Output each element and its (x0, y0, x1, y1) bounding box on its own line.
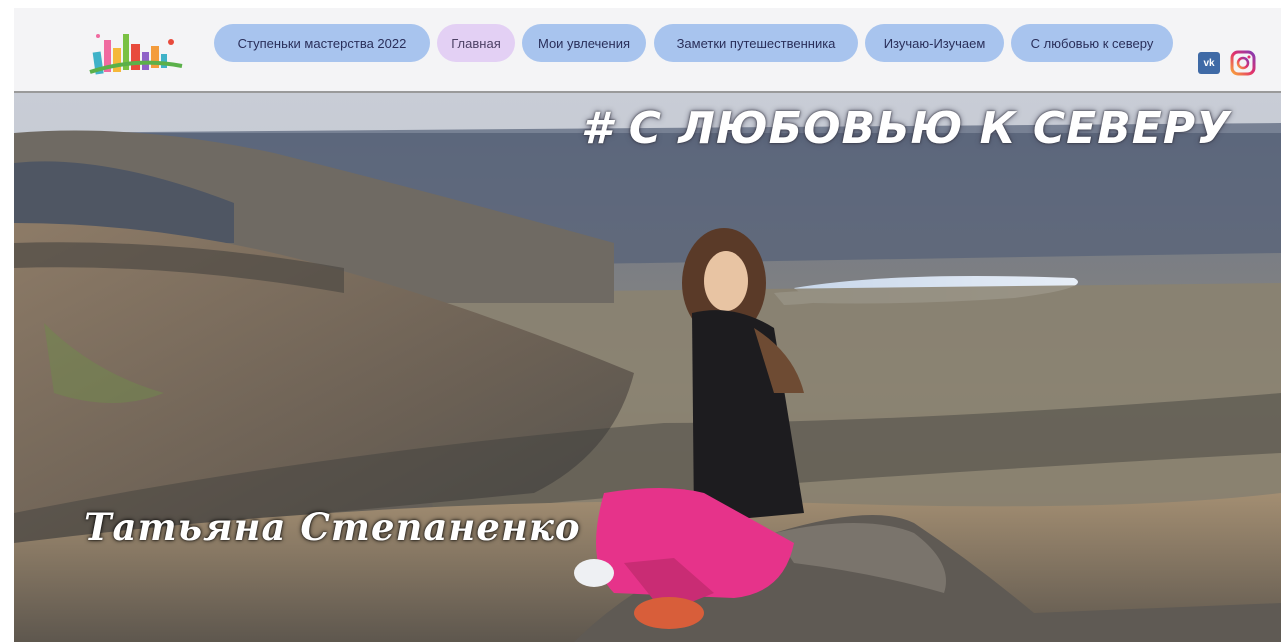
hero-banner: # С ЛЮБОВЬЮ К СЕВЕРУ Татьяна Степаненко (14, 93, 1281, 642)
colorful-city-logo-icon[interactable] (86, 22, 186, 82)
page-frame: Ступеньки мастерства 2022 Главная Мои ув… (14, 8, 1281, 642)
vk-icon[interactable]: vk (1198, 52, 1220, 74)
author-name: Татьяна Степаненко (84, 505, 581, 549)
instagram-icon[interactable] (1230, 50, 1256, 76)
site-header: Ступеньки мастерства 2022 Главная Мои ув… (14, 8, 1281, 93)
nav-item-learning[interactable]: Изучаю-Изучаем (865, 24, 1004, 62)
nav-item-north[interactable]: С любовью к северу (1011, 24, 1173, 62)
hero-title: # С ЛЮБОВЬЮ К СЕВЕРУ (580, 103, 1231, 154)
nav-item-home[interactable]: Главная (437, 24, 515, 62)
nav-item-travel-notes[interactable]: Заметки путешественника (654, 24, 858, 62)
photo-woman-sitting-on-mountain-top-icon (14, 93, 1281, 642)
nav-item-hobbies[interactable]: Мои увлечения (522, 24, 646, 62)
nav-item-stupenki[interactable]: Ступеньки мастерства 2022 (214, 24, 430, 62)
